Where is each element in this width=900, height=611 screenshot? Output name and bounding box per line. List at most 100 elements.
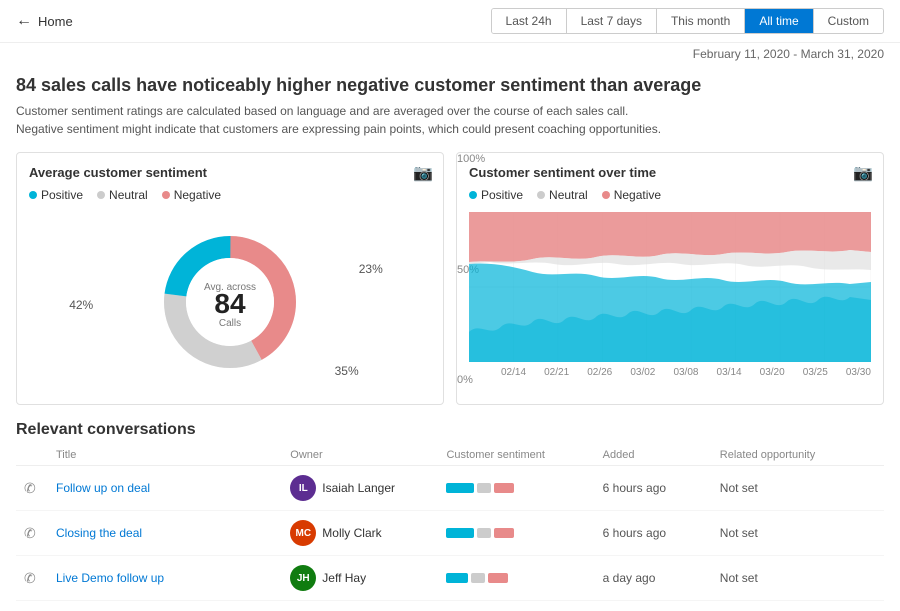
x-0214: 02/14: [501, 367, 526, 378]
filter-thismonth[interactable]: This month: [657, 9, 745, 33]
insight-desc2: Negative sentiment might indicate that c…: [16, 120, 884, 138]
x-0330: 03/30: [846, 367, 871, 378]
positive-label-time: Positive: [481, 188, 523, 202]
neutral-dot: [97, 191, 105, 199]
table-row: ✆ Follow up on deal IL Isaiah Langer 6 h…: [16, 466, 884, 511]
table-row: ✆ Closing the deal MC Molly Clark 6 hour…: [16, 511, 884, 556]
owner-name-1: Molly Clark: [322, 526, 381, 540]
row-owner-1: MC Molly Clark: [290, 520, 446, 546]
avg-sentiment-card: Average customer sentiment 📷 Positive Ne…: [16, 152, 444, 405]
avg-sentiment-legend: Positive Neutral Negative: [29, 188, 431, 202]
donut-svg: Avg. across 84 Calls: [150, 222, 310, 382]
table-header: Title Owner Customer sentiment Added Rel…: [16, 449, 884, 466]
legend-negative-time: Negative: [602, 188, 661, 202]
date-range: February 11, 2020 - March 31, 2020: [0, 43, 900, 65]
row-owner-0: IL Isaiah Langer: [290, 475, 446, 501]
sentiment-pos-bar-1: [446, 528, 474, 538]
row-icon-2: ✆: [24, 570, 56, 587]
svg-text:Calls: Calls: [219, 318, 241, 329]
negative-dot: [162, 191, 170, 199]
legend-neutral-time: Neutral: [537, 188, 588, 202]
filter-custom[interactable]: Custom: [814, 9, 883, 33]
table-row: ✆ Live Demo follow up JH Jeff Hay a day …: [16, 556, 884, 601]
sentiment-neg-bar-1: [494, 528, 514, 538]
col-header-owner: Owner: [290, 449, 446, 461]
sentiment-neu-bar-0: [477, 483, 491, 493]
avatar-jh: JH: [290, 565, 316, 591]
avatar-mc: MC: [290, 520, 316, 546]
row-added-0: 6 hours ago: [603, 481, 720, 495]
negative-label-time: Negative: [614, 188, 661, 202]
time-filter-group: Last 24h Last 7 days This month All time…: [491, 8, 884, 34]
legend-positive: Positive: [29, 188, 83, 202]
neutral-dot-time: [537, 191, 545, 199]
back-home-link[interactable]: ← Home: [16, 12, 73, 30]
label-42-percent: 42%: [69, 298, 93, 312]
avatar-il: IL: [290, 475, 316, 501]
area-chart-inner: 02/14 02/21 02/26 03/02 03/08 03/14 03/2…: [469, 212, 871, 382]
filter-alltime[interactable]: All time: [745, 9, 813, 33]
legend-negative: Negative: [162, 188, 221, 202]
label-23-percent: 23%: [359, 262, 383, 276]
x-0314: 03/14: [717, 367, 742, 378]
neutral-label-time: Neutral: [549, 188, 588, 202]
area-chart-wrapper: 100% 50% 0%: [469, 212, 871, 382]
row-icon-0: ✆: [24, 480, 56, 497]
col-header-added: Added: [603, 449, 720, 461]
row-added-1: 6 hours ago: [603, 526, 720, 540]
row-sentiment-2: [446, 573, 602, 583]
row-added-2: a day ago: [603, 571, 720, 585]
positive-label: Positive: [41, 188, 83, 202]
row-title-1[interactable]: Closing the deal: [56, 526, 290, 540]
row-opportunity-2: Not set: [720, 571, 876, 585]
x-0226: 02/26: [587, 367, 612, 378]
x-0308: 03/08: [673, 367, 698, 378]
y-100: 100%: [457, 153, 485, 165]
owner-name-2: Jeff Hay: [322, 571, 366, 585]
sentiment-over-time-title: Customer sentiment over time: [469, 165, 871, 180]
col-header-icon: [24, 449, 56, 461]
filter-last24h[interactable]: Last 24h: [492, 9, 567, 33]
sentiment-time-export-icon[interactable]: 📷: [853, 163, 873, 183]
conversations-section: Relevant conversations Title Owner Custo…: [16, 421, 884, 601]
x-axis: 02/14 02/21 02/26 03/02 03/08 03/14 03/2…: [501, 367, 871, 378]
label-35-percent: 35%: [335, 364, 359, 378]
sentiment-neg-bar-0: [494, 483, 514, 493]
area-chart-svg: [469, 212, 871, 362]
conversations-title: Relevant conversations: [16, 421, 884, 439]
sentiment-neu-bar-1: [477, 528, 491, 538]
avg-sentiment-export-icon[interactable]: 📷: [413, 163, 433, 183]
row-sentiment-1: [446, 528, 602, 538]
avg-sentiment-title: Average customer sentiment: [29, 165, 431, 180]
row-sentiment-0: [446, 483, 602, 493]
negative-label: Negative: [174, 188, 221, 202]
negative-dot-time: [602, 191, 610, 199]
owner-name-0: Isaiah Langer: [322, 481, 395, 495]
insight-desc1: Customer sentiment ratings are calculate…: [16, 102, 884, 120]
insight-title: 84 sales calls have noticeably higher ne…: [16, 75, 884, 96]
sentiment-time-legend: Positive Neutral Negative: [469, 188, 871, 202]
col-header-sentiment: Customer sentiment: [446, 449, 602, 461]
row-title-2[interactable]: Live Demo follow up: [56, 571, 290, 585]
row-title-0[interactable]: Follow up on deal: [56, 481, 290, 495]
sentiment-pos-bar-0: [446, 483, 474, 493]
row-opportunity-0: Not set: [720, 481, 876, 495]
svg-text:84: 84: [214, 288, 246, 319]
row-opportunity-1: Not set: [720, 526, 876, 540]
x-0221: 02/21: [544, 367, 569, 378]
sentiment-pos-bar-2: [446, 573, 468, 583]
x-0325: 03/25: [803, 367, 828, 378]
row-owner-2: JH Jeff Hay: [290, 565, 446, 591]
charts-row: Average customer sentiment 📷 Positive Ne…: [16, 152, 884, 405]
x-0320: 03/20: [760, 367, 785, 378]
x-0302: 03/02: [630, 367, 655, 378]
sentiment-neu-bar-2: [471, 573, 485, 583]
main-content: 84 sales calls have noticeably higher ne…: [0, 65, 900, 611]
row-icon-1: ✆: [24, 525, 56, 542]
sentiment-neg-bar-2: [488, 573, 508, 583]
legend-neutral: Neutral: [97, 188, 148, 202]
back-arrow-icon: ←: [16, 12, 32, 30]
filter-last7days[interactable]: Last 7 days: [567, 9, 657, 33]
col-header-title: Title: [56, 449, 290, 461]
header: ← Home Last 24h Last 7 days This month A…: [0, 0, 900, 43]
